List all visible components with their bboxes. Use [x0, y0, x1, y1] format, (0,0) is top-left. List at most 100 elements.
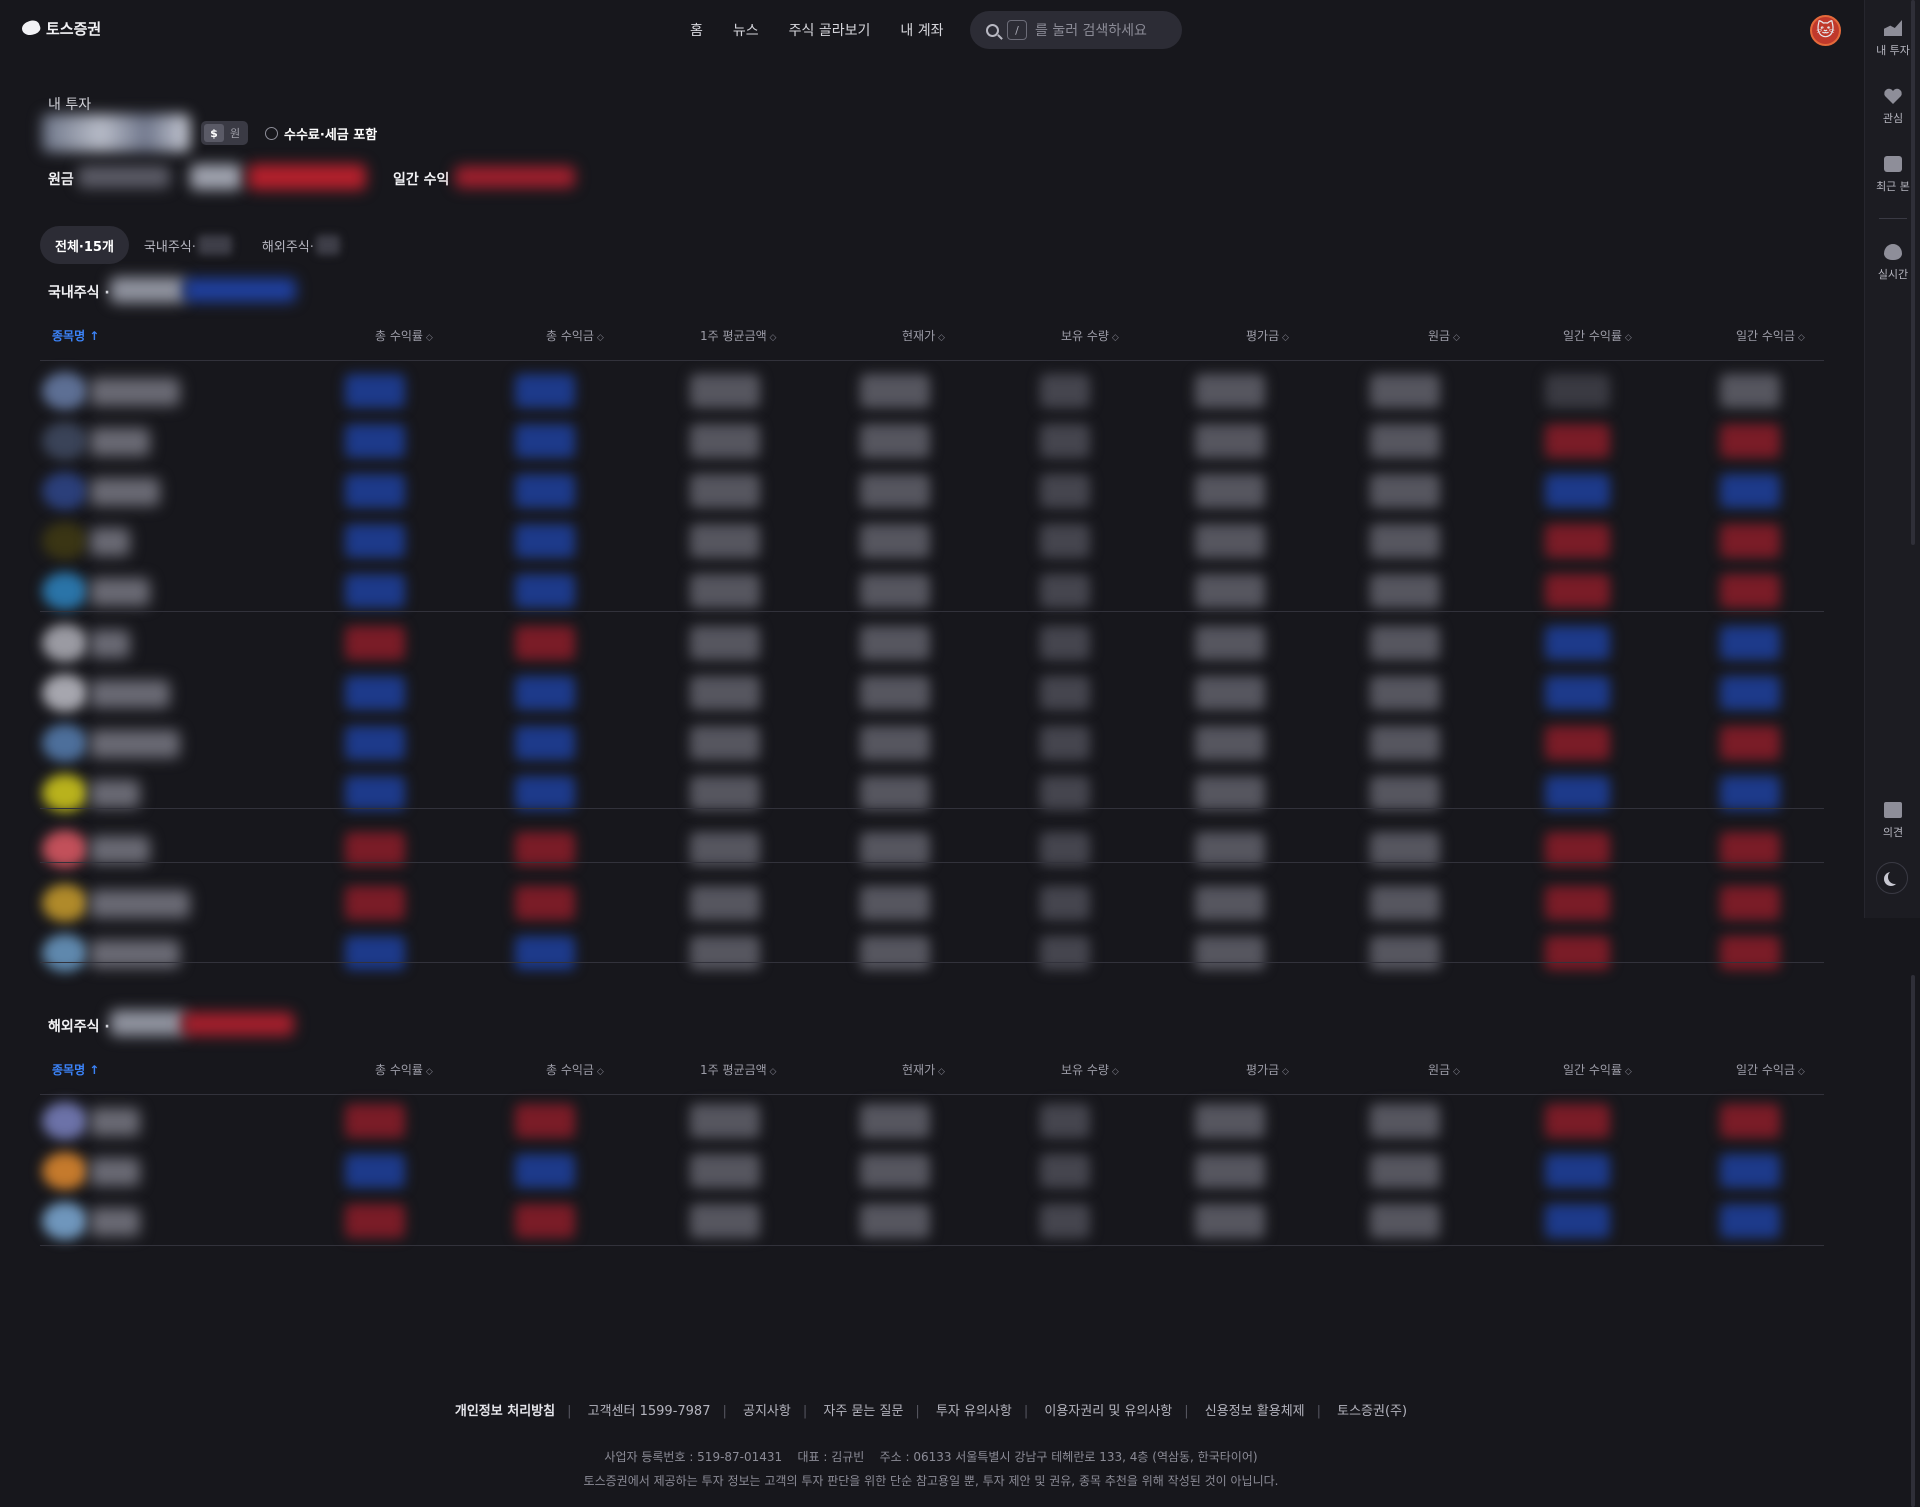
scrollbar[interactable]: [1911, 0, 1915, 545]
cell-value-hidden: [860, 626, 930, 660]
cell-value-hidden: [1195, 832, 1265, 866]
footer-link-privacy[interactable]: 개인정보 처리방침: [455, 1404, 555, 1419]
currency-toggle[interactable]: $ 원: [201, 121, 248, 145]
table-row[interactable]: [40, 466, 1824, 516]
cell-value-hidden: [515, 626, 575, 660]
table-row[interactable]: [40, 824, 1824, 874]
table-row[interactable]: [40, 366, 1824, 416]
column-header[interactable]: 총 수익금: [546, 327, 604, 344]
column-header[interactable]: 총 수익률: [375, 327, 433, 344]
principal-value-hidden: [78, 166, 170, 188]
footer-link-company[interactable]: 토스증권(주): [1337, 1404, 1407, 1419]
column-header[interactable]: 일간 수익률: [1563, 1061, 1632, 1078]
footer-link-user-rights[interactable]: 이용자권리 및 유의사항: [1044, 1404, 1172, 1419]
rail-item-label: 최근 본: [1876, 180, 1910, 193]
column-header[interactable]: 현재가: [902, 1061, 945, 1078]
cell-value-hidden: [860, 832, 930, 866]
search-bar[interactable]: / 를 눌러 검색하세요: [970, 11, 1182, 49]
cell-value-hidden: [1195, 524, 1265, 558]
cell-value-hidden: [1545, 1154, 1610, 1188]
cell-value-hidden: [1545, 626, 1610, 660]
table-row[interactable]: [40, 566, 1824, 616]
column-header[interactable]: 총 수익금: [546, 1061, 604, 1078]
table-header: 종목명 총 수익률 총 수익금 1주 평균금액 현재가 보유 수량 평가금 원금 일간 수익률 일…: [40, 1052, 1824, 1086]
fire-icon: [1884, 244, 1902, 260]
stock-name-hidden: [90, 1108, 140, 1136]
stock-name-hidden: [90, 730, 180, 758]
cell-value-hidden: [690, 424, 760, 458]
table-row[interactable]: [40, 516, 1824, 566]
footer-info: 사업자 등록번호 : 519-87-01431 대표 : 김규빈 주소 : 06…: [0, 1445, 1862, 1493]
brand-logo[interactable]: 토스증권: [20, 18, 101, 39]
column-header[interactable]: 원금: [1428, 327, 1460, 344]
divider: [40, 962, 1824, 963]
column-header[interactable]: 현재가: [902, 327, 945, 344]
stock-logo-icon: [42, 472, 88, 510]
tab-overseas[interactable]: 해외주식·: [247, 226, 355, 264]
cell-value-hidden: [1040, 776, 1090, 810]
stock-logo-icon: [42, 724, 88, 762]
cell-value-hidden: [690, 524, 760, 558]
cell-value-hidden: [345, 676, 405, 710]
footer-link-support[interactable]: 고객센터 1599-7987: [588, 1404, 711, 1419]
cell-value-hidden: [345, 1154, 405, 1188]
column-header[interactable]: 일간 수익금: [1736, 327, 1805, 344]
cell-value-hidden: [1370, 832, 1440, 866]
table-row[interactable]: [40, 1096, 1824, 1146]
column-header[interactable]: 평가금: [1246, 327, 1289, 344]
cell-value-hidden: [1370, 574, 1440, 608]
table-row[interactable]: [40, 768, 1824, 818]
cell-value-hidden: [1195, 424, 1265, 458]
cell-value-hidden: [1720, 832, 1780, 866]
table-row[interactable]: [40, 928, 1824, 978]
total-balance-hidden: [42, 114, 190, 152]
column-header[interactable]: 보유 수량: [1061, 1061, 1119, 1078]
stock-name-hidden: [90, 378, 180, 406]
tab-domestic[interactable]: 국내주식·: [129, 226, 247, 264]
footer-link-investment-notice[interactable]: 투자 유의사항: [936, 1404, 1012, 1419]
fee-tax-toggle[interactable]: 수수료·세금 포함: [265, 124, 377, 143]
footer-link-credit-info[interactable]: 신용정보 활용체제: [1205, 1404, 1305, 1419]
cell-value-hidden: [860, 1154, 930, 1188]
column-header[interactable]: 종목명: [52, 1061, 99, 1078]
count-hidden: [315, 235, 340, 255]
section-rate-hidden: [184, 278, 296, 302]
nav-home[interactable]: 홈: [690, 20, 703, 40]
avatar[interactable]: 🐱: [1810, 15, 1841, 46]
column-header[interactable]: 종목명: [52, 327, 99, 344]
cell-value-hidden: [1720, 374, 1780, 408]
krw-option[interactable]: 원: [230, 125, 240, 141]
stock-name-hidden: [90, 578, 150, 606]
table-row[interactable]: [40, 1196, 1824, 1246]
nav-news[interactable]: 뉴스: [733, 20, 759, 40]
cell-value-hidden: [690, 676, 760, 710]
column-header[interactable]: 1주 평균금액: [700, 327, 776, 344]
column-header[interactable]: 일간 수익금: [1736, 1061, 1805, 1078]
column-header[interactable]: 일간 수익률: [1563, 327, 1632, 344]
cell-value-hidden: [515, 424, 575, 458]
table-row[interactable]: [40, 416, 1824, 466]
cell-value-hidden: [345, 832, 405, 866]
column-header[interactable]: 원금: [1428, 1061, 1460, 1078]
table-row[interactable]: [40, 718, 1824, 768]
cell-value-hidden: [860, 776, 930, 810]
cell-value-hidden: [515, 726, 575, 760]
rail-item-feedback[interactable]: 의견: [1865, 802, 1920, 840]
scrollbar-lower[interactable]: [1911, 975, 1915, 1507]
column-header[interactable]: 평가금: [1246, 1061, 1289, 1078]
dark-mode-toggle[interactable]: [1876, 862, 1908, 894]
footer-link-faq[interactable]: 자주 묻는 질문: [823, 1404, 903, 1419]
usd-option[interactable]: $: [204, 124, 224, 142]
table-row[interactable]: [40, 618, 1824, 668]
table-row[interactable]: [40, 878, 1824, 928]
table-row[interactable]: [40, 1146, 1824, 1196]
column-header[interactable]: 1주 평균금액: [700, 1061, 776, 1078]
footer-link-notice[interactable]: 공지사항: [743, 1404, 791, 1419]
nav-my-account[interactable]: 내 계좌: [900, 20, 943, 40]
column-header[interactable]: 총 수익률: [375, 1061, 433, 1078]
column-header[interactable]: 보유 수량: [1061, 327, 1119, 344]
tab-all[interactable]: 전체·15개: [40, 226, 129, 264]
brand-name: 토스증권: [46, 20, 102, 38]
nav-stock-screener[interactable]: 주식 골라보기: [789, 20, 871, 40]
table-row[interactable]: [40, 668, 1824, 718]
